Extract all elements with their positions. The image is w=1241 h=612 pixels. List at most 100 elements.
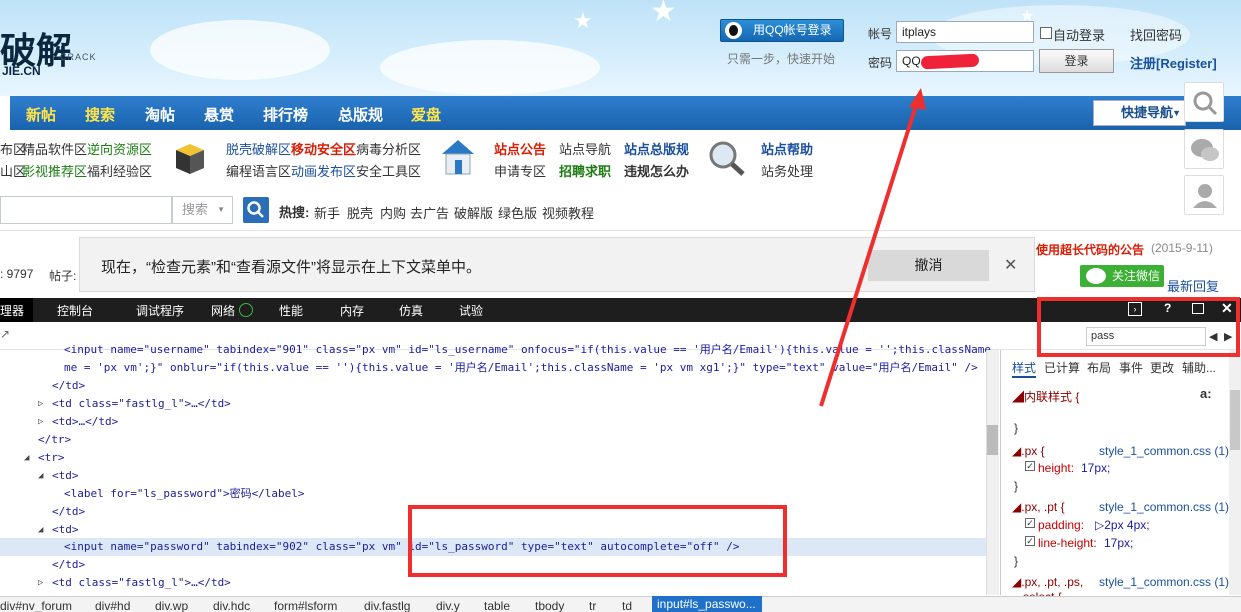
category-link[interactable]: 影视推荐区	[22, 161, 87, 180]
category-link[interactable]: 病毒分析区	[356, 139, 421, 158]
collapse-triangle-icon[interactable]: ◢	[38, 521, 43, 539]
forgot-password-link[interactable]: 找回密码	[1130, 25, 1182, 44]
tab-performance[interactable]: 性能	[279, 302, 303, 319]
breadcrumb-current[interactable]: input#ls_passwo...	[652, 596, 762, 612]
dom-line[interactable]: <td>…</td>	[52, 413, 118, 431]
nav-item-rules[interactable]: 总版规	[338, 104, 383, 125]
stylesheet-link[interactable]: style_1_common.css (1)	[1099, 444, 1229, 458]
styles-tab-accessibility[interactable]: 辅助...	[1182, 359, 1216, 376]
style-property[interactable]: height:	[1038, 461, 1074, 475]
site-search-input[interactable]	[0, 196, 172, 224]
category-link[interactable]: 站点导航	[559, 139, 611, 158]
register-link[interactable]: 注册[Register]	[1130, 53, 1217, 72]
search-type-select[interactable]: 搜索 ▼	[172, 196, 233, 224]
dom-line[interactable]: <td class="fastlg_l">…</td>	[52, 395, 231, 413]
account-input[interactable]: itplays	[896, 21, 1034, 43]
collapse-triangle-icon[interactable]: ◢	[38, 467, 43, 485]
collapse-triangle-icon[interactable]: ◢	[24, 449, 29, 467]
tab-network[interactable]: 网络	[211, 302, 235, 319]
nav-item-new[interactable]: 新帖	[26, 104, 56, 125]
stylesheet-link[interactable]: style_1_common.css (1)	[1099, 575, 1229, 589]
styles-tab-events[interactable]: 事件	[1119, 359, 1143, 376]
breadcrumb-item[interactable]: div.hdc	[213, 599, 250, 612]
stylesheet-link[interactable]: style_1_common.css (1)	[1099, 500, 1229, 514]
checkbox-icon[interactable]: ✓	[1025, 461, 1035, 471]
announcement-link[interactable]: 使用超长代码的公告	[1036, 241, 1144, 258]
rule-selector[interactable]: ◢.px, .pt, .ps,	[1012, 575, 1083, 589]
style-value[interactable]: ▷2px 4px;	[1095, 518, 1150, 532]
checkbox-icon[interactable]: ✓	[1025, 536, 1035, 546]
category-link[interactable]: 招聘求职	[559, 161, 611, 180]
search-side-button[interactable]	[1184, 82, 1224, 122]
tab-debugger[interactable]: 调试程序	[136, 302, 184, 319]
dom-line[interactable]: </td>	[52, 503, 85, 521]
hot-term[interactable]: 内购	[380, 203, 406, 222]
quick-nav-dropdown[interactable]: 快捷导航 ▼	[1093, 100, 1186, 126]
tab-memory[interactable]: 内存	[340, 302, 364, 319]
style-value[interactable]: 17px;	[1104, 536, 1133, 550]
category-link[interactable]: 脱壳破解区	[226, 139, 291, 158]
style-property[interactable]: padding:	[1038, 518, 1084, 532]
login-button[interactable]: 登录	[1039, 49, 1114, 73]
rule-selector[interactable]: ◢.px {	[1012, 444, 1045, 458]
nav-item-ranking[interactable]: 排行榜	[263, 104, 308, 125]
cursor-icon[interactable]: ↗	[0, 327, 10, 341]
breadcrumb-item[interactable]: div#nv_forum	[0, 599, 72, 612]
expand-triangle-icon[interactable]: ▷	[38, 574, 43, 592]
dom-line[interactable]: </td>	[52, 377, 85, 395]
category-link[interactable]: 精品软件区	[22, 139, 87, 158]
hot-term[interactable]: 绿色版	[498, 203, 537, 222]
breadcrumb-item[interactable]: tr	[589, 599, 596, 612]
styles-scrollbar[interactable]	[1229, 350, 1241, 595]
category-link[interactable]: 站点总版规	[624, 139, 689, 158]
hot-term[interactable]: 去广告	[410, 203, 449, 222]
rule-selector[interactable]: ◢.px, .pt {	[1012, 500, 1065, 514]
category-link[interactable]: 站点公告	[494, 139, 546, 158]
expand-triangle-icon[interactable]: ▷	[38, 395, 43, 413]
styles-tab-styles[interactable]: 样式	[1012, 359, 1037, 378]
breadcrumb-item[interactable]: div#hd	[95, 599, 130, 612]
checkbox-icon[interactable]: ✓	[1025, 518, 1035, 528]
styles-tab-changes[interactable]: 更改	[1150, 359, 1174, 376]
tab-dom-explorer[interactable]: 理器	[0, 302, 24, 319]
nav-item-search[interactable]: 搜索	[85, 104, 115, 125]
auto-login-checkbox[interactable]	[1040, 27, 1052, 39]
dom-tree-scrollbar[interactable]	[986, 350, 999, 595]
expand-triangle-icon[interactable]: ▷	[38, 413, 43, 431]
breadcrumb-item[interactable]: div.wp	[155, 599, 188, 612]
hot-term[interactable]: 新手	[314, 203, 340, 222]
search-button[interactable]	[243, 197, 269, 223]
style-value[interactable]: 17px;	[1081, 461, 1110, 475]
inline-style-header[interactable]: ◢内联样式 {	[1012, 388, 1079, 405]
scrollbar-thumb[interactable]	[987, 425, 998, 455]
styles-tab-computed[interactable]: 已计算	[1044, 359, 1080, 376]
breadcrumb-item[interactable]: tbody	[535, 599, 564, 612]
tab-emulation[interactable]: 仿真	[399, 302, 423, 319]
nav-item-reward[interactable]: 悬赏	[204, 104, 234, 125]
category-link[interactable]: 逆向资源区	[87, 139, 152, 158]
breadcrumb-item[interactable]: table	[484, 599, 510, 612]
category-link[interactable]: 编程语言区	[226, 161, 291, 180]
dom-line[interactable]: <td class="fastlg_l">…</td>	[52, 574, 231, 592]
user-side-button[interactable]	[1184, 175, 1224, 215]
category-link[interactable]: 申请专区	[494, 161, 546, 180]
style-property[interactable]: line-height:	[1038, 536, 1097, 550]
hot-term[interactable]: 视频教程	[542, 203, 594, 222]
nav-item-collection[interactable]: 淘帖	[145, 104, 175, 125]
category-link[interactable]: 安全工具区	[356, 161, 421, 180]
new-rule-icon[interactable]: a:	[1200, 386, 1212, 401]
breadcrumb-item[interactable]: div.fastlg	[364, 599, 410, 612]
dom-line[interactable]: </td>	[52, 556, 85, 574]
hot-term[interactable]: 脱壳	[347, 203, 373, 222]
latest-reply-link[interactable]: 最新回复	[1167, 276, 1219, 295]
breadcrumb-item[interactable]: td	[622, 599, 632, 612]
category-link[interactable]: 站务处理	[761, 161, 813, 180]
dom-line[interactable]: <td>	[52, 467, 79, 485]
tab-experiments[interactable]: 试验	[459, 302, 483, 319]
category-link[interactable]: 违规怎么办	[624, 161, 689, 180]
nav-item-disk[interactable]: 爱盘	[411, 104, 441, 125]
styles-tab-layout[interactable]: 布局	[1087, 359, 1111, 376]
dom-line[interactable]: <td>	[52, 521, 79, 539]
dom-line[interactable]: </tr>	[38, 431, 71, 449]
breadcrumb-item[interactable]: div.y	[436, 599, 460, 612]
